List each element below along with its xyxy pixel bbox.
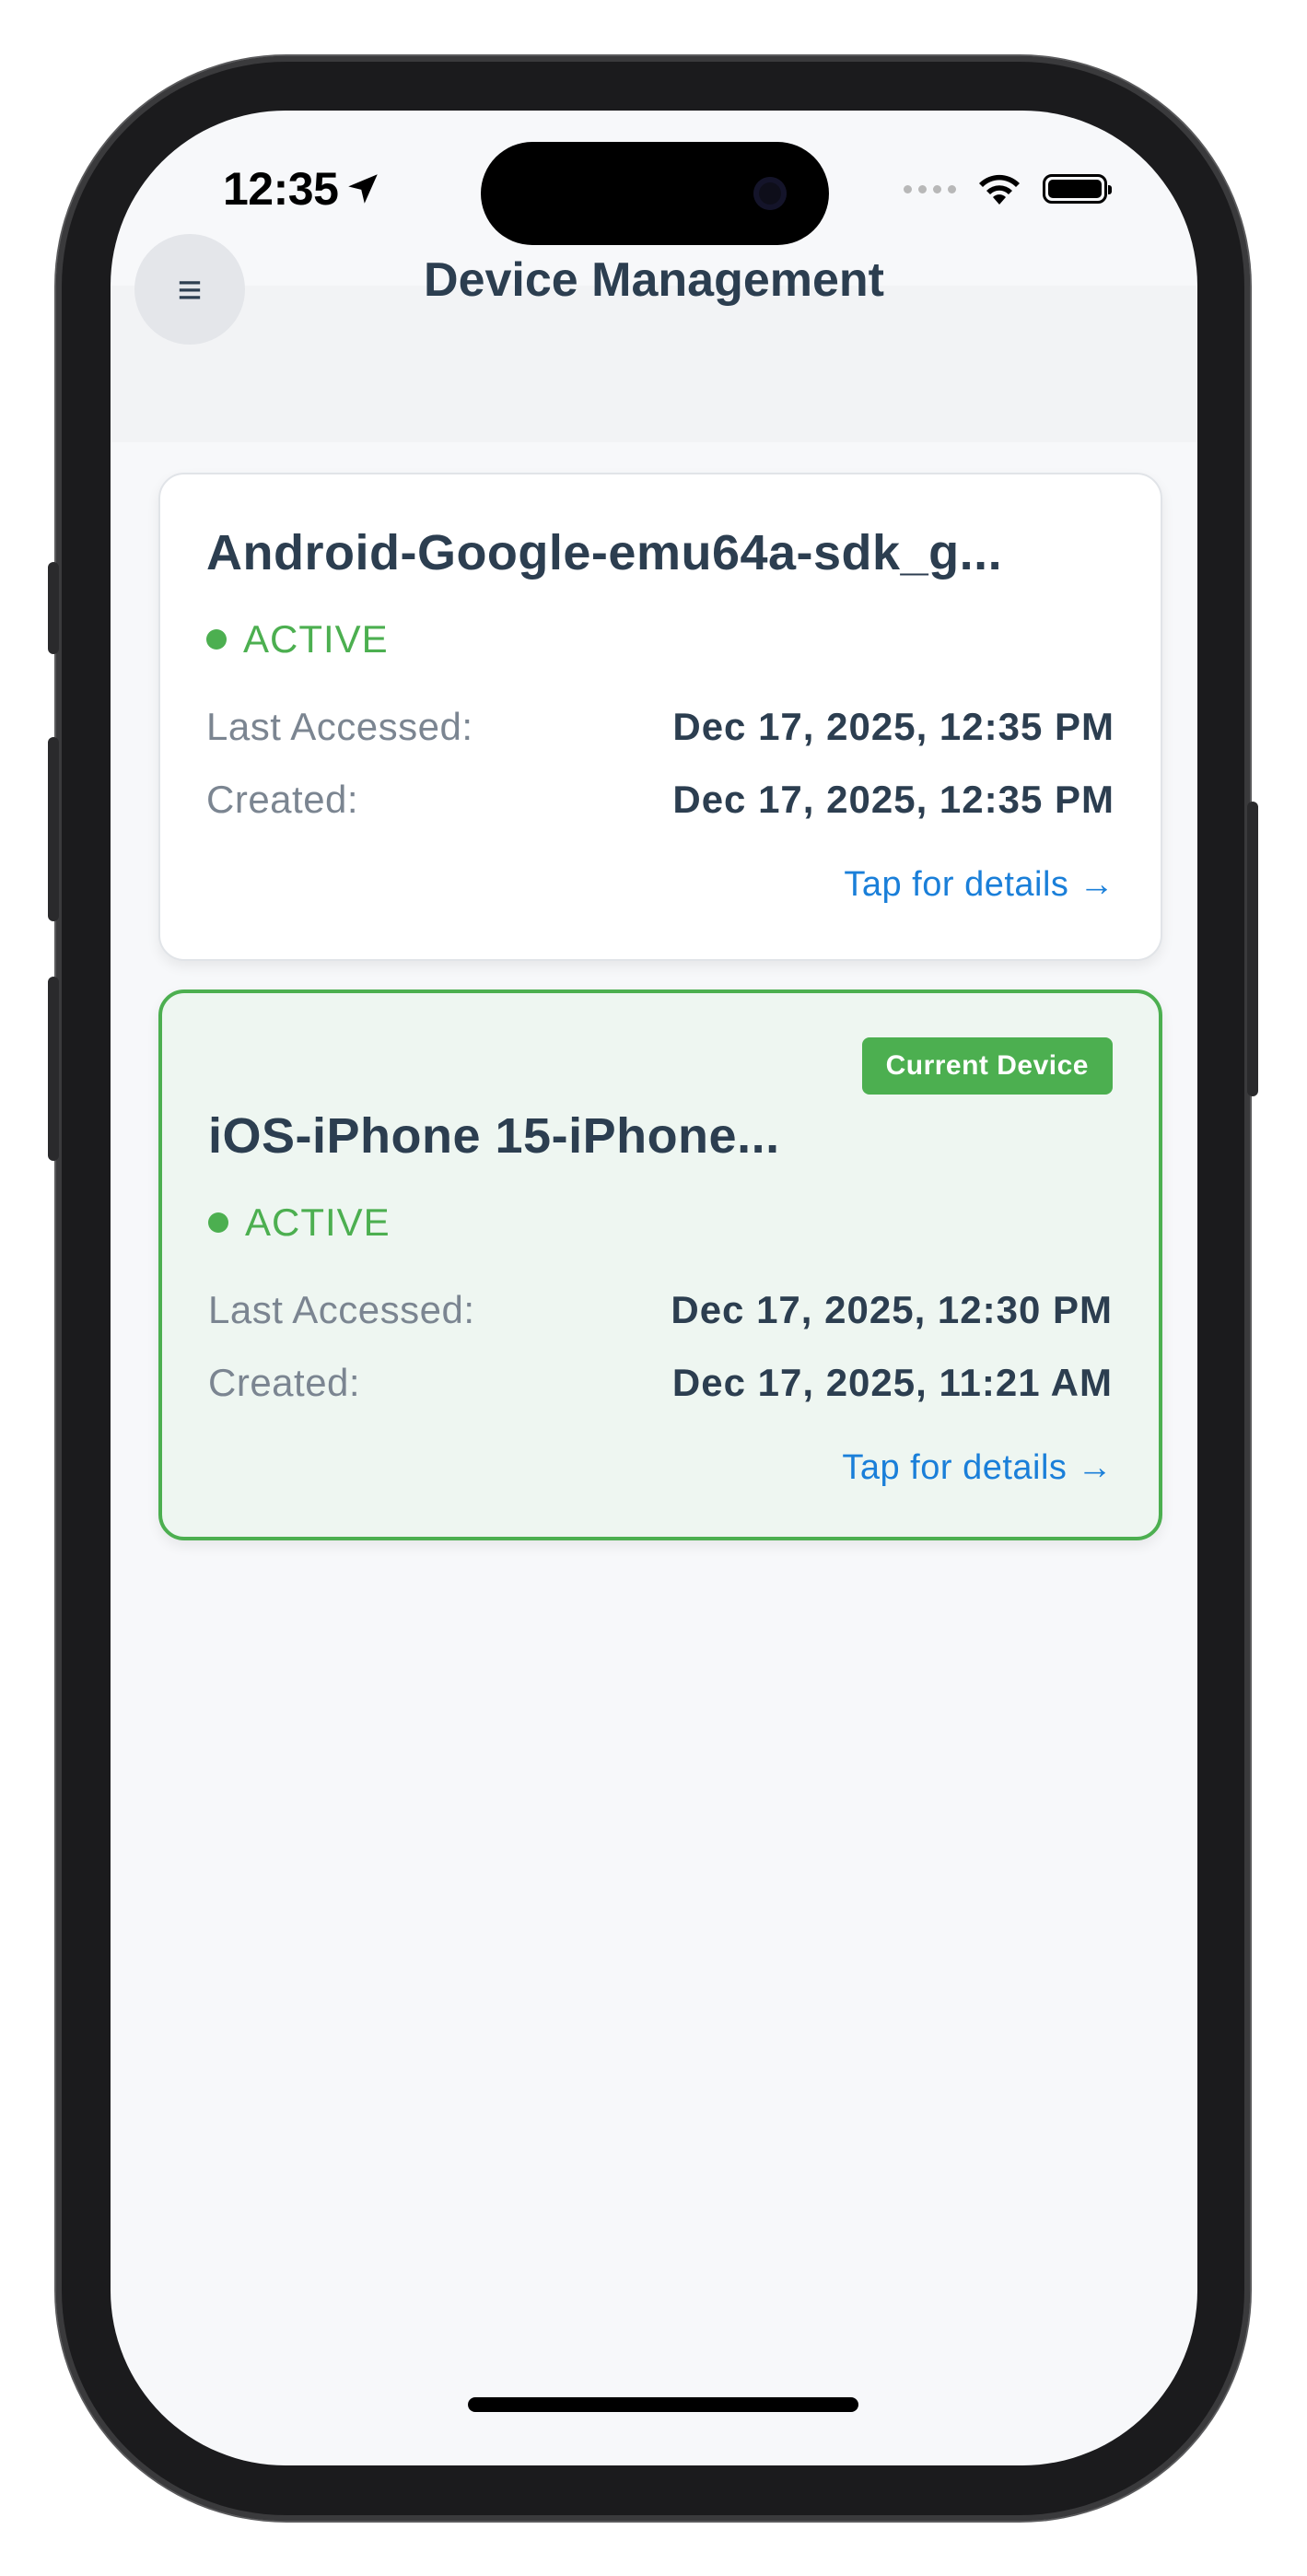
device-status: ACTIVE [208,1200,391,1245]
status-dot-icon [206,629,227,650]
last-accessed-label: Last Accessed: [208,1288,475,1331]
created-label: Created: [206,778,359,821]
volume-down-button [48,977,59,1161]
created-row: Created: Dec 17, 2025, 11:21 AM [208,1361,1113,1405]
last-accessed-label: Last Accessed: [206,705,473,748]
last-accessed-value: Dec 17, 2025, 12:35 PM [672,705,1114,748]
device-card-android[interactable]: Android-Google-emu64a-sdk_g... ACTIVE La… [158,473,1162,961]
status-dot-icon [208,1212,228,1233]
app-header [111,286,1197,442]
camera-lens-icon [753,177,787,210]
screen: 12:35 ≡ Device Management Android-Google… [111,111,1197,2465]
action-button [48,562,59,654]
created-value: Dec 17, 2025, 11:21 AM [671,1361,1113,1404]
volume-up-button [48,737,59,921]
device-name: Android-Google-emu64a-sdk_g... [206,525,1003,580]
dynamic-island [481,142,829,245]
power-button [1247,802,1258,1096]
created-label: Created: [208,1361,361,1404]
last-accessed-row: Last Accessed: Dec 17, 2025, 12:35 PM [206,705,1114,749]
status-text: ACTIVE [245,1200,391,1244]
home-indicator[interactable] [468,2397,858,2412]
page-title: Device Management [424,253,884,307]
status-text: ACTIVE [243,617,389,661]
status-bar-indicators [904,171,1112,206]
device-status: ACTIVE [206,617,389,662]
cellular-signal-icon [904,184,956,193]
location-arrow-icon [348,174,379,204]
clock-text: 12:35 [223,163,339,215]
device-card-current[interactable]: Current Device iOS-iPhone 15-iPhone... A… [158,989,1162,1540]
current-device-badge: Current Device [861,1037,1113,1095]
wifi-icon [979,174,1020,205]
details-link[interactable]: Tap for details → [844,865,1114,905]
status-bar-time: 12:35 [223,162,382,216]
created-row: Created: Dec 17, 2025, 12:35 PM [206,778,1114,822]
device-name: iOS-iPhone 15-iPhone... [208,1108,780,1164]
battery-icon [1043,174,1112,204]
last-accessed-row: Last Accessed: Dec 17, 2025, 12:30 PM [208,1288,1113,1332]
created-value: Dec 17, 2025, 12:35 PM [672,778,1114,821]
last-accessed-value: Dec 17, 2025, 12:30 PM [671,1288,1113,1331]
details-link[interactable]: Tap for details → [842,1448,1113,1488]
